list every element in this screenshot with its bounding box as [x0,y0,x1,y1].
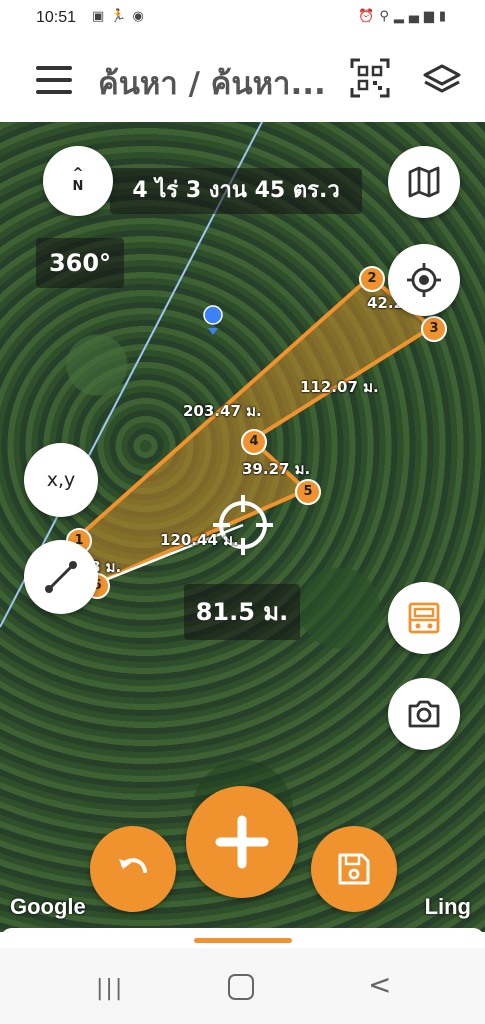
qr-scan-icon[interactable] [350,58,390,98]
line-tool-icon [45,561,77,593]
my-location-button[interactable] [388,244,460,316]
camera-icon [408,700,440,728]
status-left-icons: ▣🏃◉ [92,9,150,24]
vertex-4[interactable]: 4 [241,429,267,455]
messenger-icon: ◉ [132,9,150,24]
current-location-icon [203,305,223,335]
undo-icon [119,858,147,873]
gps-target-icon [407,263,441,297]
vertex-5[interactable]: 5 [295,479,321,505]
running-icon: 🏃 [110,9,133,24]
undo-button[interactable] [90,826,176,912]
measure-line-button[interactable] [24,540,98,614]
location-icon: ⚲ [379,9,394,24]
ling-attribution: Ling [424,894,471,919]
map-type-button[interactable] [388,146,460,218]
gallery-icon: ▣ [92,9,111,24]
system-nav-bar: ||| < [0,948,485,1024]
layers-icon[interactable] [422,60,462,100]
alarm-icon: ⏰ [358,9,380,24]
segment-label: 203.47 ม. [183,402,262,420]
vertex-2[interactable]: 2 [359,266,385,292]
page-title[interactable]: ค้นหา / ค้นหา... [98,58,326,108]
hamburger-menu-icon[interactable] [36,66,72,94]
bearing-readout: 360° [36,238,124,288]
vertex-3[interactable]: 3 [421,316,447,342]
save-button[interactable] [311,826,397,912]
segment-label: 120.44 ม. [160,531,239,549]
distance-readout: 81.5 ม. [184,584,300,640]
recent-apps-icon[interactable]: ||| [96,976,124,1001]
camera-button[interactable] [388,678,460,750]
signal-icon: ▂▄▆ [393,9,439,24]
battery-icon: ▮ [438,9,451,24]
calculator-button[interactable] [388,582,460,654]
plus-icon [215,815,269,869]
status-right-icons: ⏰⚲▂▄▆▮ [358,9,451,24]
segment-label: 112.07 ม. [300,378,379,396]
bottom-sheet[interactable] [0,928,485,948]
home-icon[interactable] [228,974,254,1000]
google-attribution: Google [10,894,86,919]
map-icon [408,166,440,198]
app-bar: ค้นหา / ค้นหา... [0,36,485,122]
status-bar: 10:51 ▣🏃◉ ⏰⚲▂▄▆▮ [0,0,485,36]
add-point-button[interactable] [186,786,298,898]
area-readout: 4 ไร่ 3 งาน 45 ตร.ว [110,168,362,214]
coordinate-button[interactable]: x,y [24,443,98,517]
compass-north-label: N [72,179,84,194]
status-time: 10:51 [36,9,77,26]
back-icon[interactable]: < [368,968,391,1001]
save-icon [338,853,370,885]
segment-label: 39.27 ม. [242,460,311,478]
calculator-icon [408,602,440,634]
compass-button[interactable]: ^ N [43,146,113,216]
sheet-handle[interactable] [194,938,292,943]
